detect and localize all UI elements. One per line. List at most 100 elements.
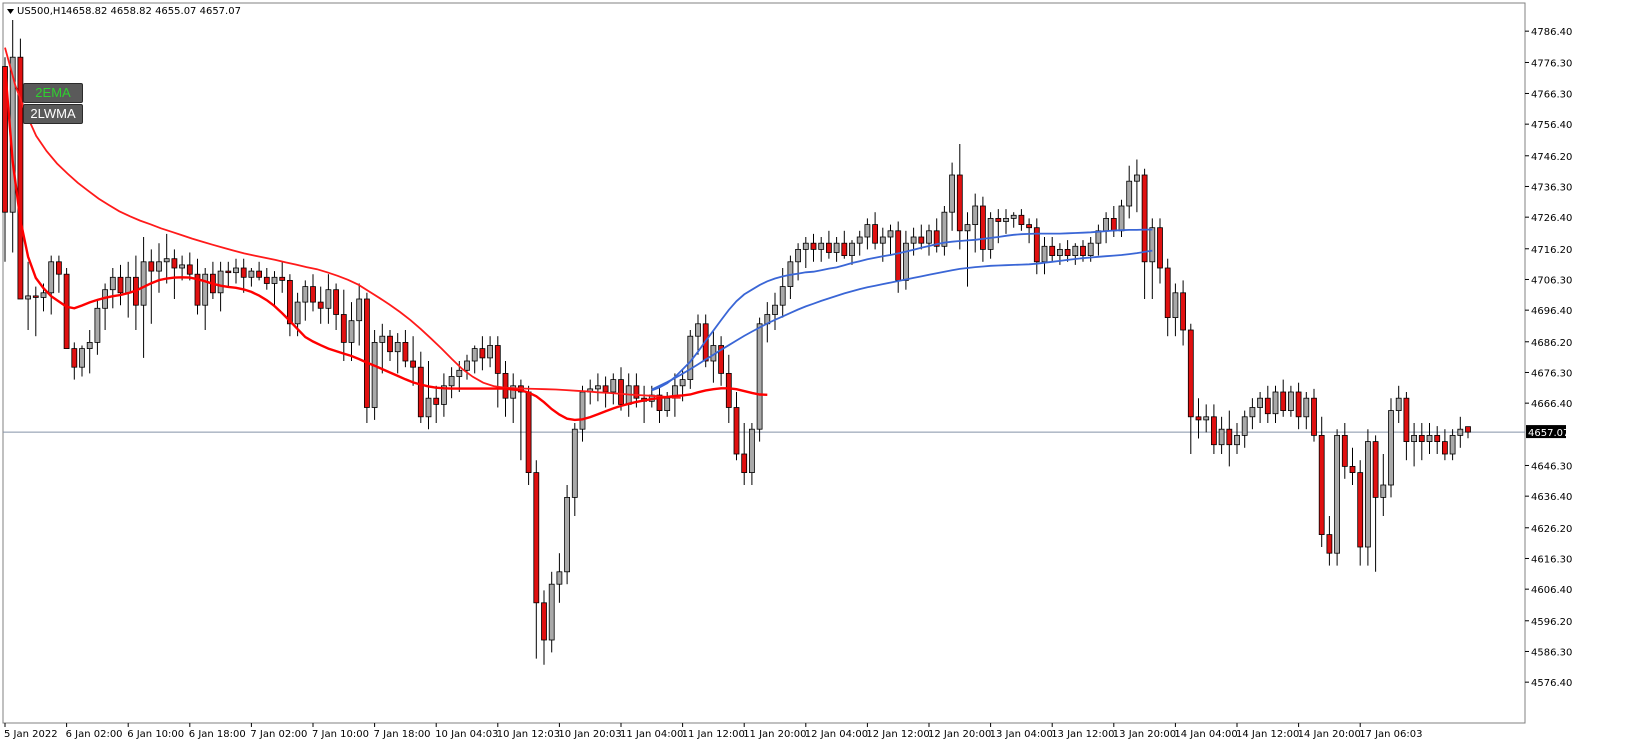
bear-candle-body: [1180, 292, 1186, 331]
bull-candle-body: [294, 301, 301, 325]
bear-candle-body: [402, 341, 409, 362]
bear-candle-body: [1442, 441, 1448, 455]
bull-candle-body: [1457, 428, 1464, 436]
bear-candle-body: [1157, 227, 1163, 269]
y-tick-label: 4776.30: [1531, 58, 1572, 69]
bear-candle-body: [1403, 397, 1410, 443]
bull-candle-body: [1126, 180, 1133, 207]
bull-candle-body: [40, 292, 47, 298]
bull-candle-body: [79, 348, 85, 368]
bull-candle-body: [1134, 174, 1140, 182]
candle: [1388, 398, 1394, 498]
bull-candle-body: [487, 345, 494, 359]
bull-candle-body: [109, 276, 116, 291]
bull-candle-body: [86, 341, 93, 349]
x-tick-label: 12 Jan 20:00: [928, 729, 991, 740]
y-tick-label: 4606.40: [1531, 585, 1572, 596]
bull-candle-body: [795, 248, 801, 263]
x-tick-label: 7 Jan 18:00: [374, 729, 431, 740]
bull-candle-body: [1257, 397, 1263, 408]
bull-candle-body: [595, 385, 601, 390]
x-tick-label: 6 Jan 10:00: [127, 729, 184, 740]
candle: [363, 292, 370, 423]
bear-candle-body: [263, 276, 270, 284]
bull-candle-body: [464, 360, 470, 371]
bear-candle-body: [117, 276, 124, 294]
bull-candle-body: [695, 323, 701, 337]
ema-toggle-button[interactable]: 2EMA: [23, 83, 83, 103]
bull-candle-body: [926, 230, 932, 244]
bull-candle-body: [48, 261, 55, 294]
bull-candle-body: [456, 369, 463, 377]
bear-candle-body: [1080, 245, 1086, 257]
bull-candle-body: [664, 397, 671, 412]
bear-candle-body: [502, 372, 509, 399]
x-tick-label: 5 Jan 2022: [4, 729, 58, 740]
y-tick-label: 4666.40: [1531, 399, 1572, 410]
lwma-toggle-button[interactable]: 2LWMA: [23, 104, 83, 124]
bear-candle-body: [1434, 434, 1441, 442]
bear-candle-body: [1418, 434, 1425, 442]
bear-candle-body: [1295, 391, 1302, 418]
x-tick-label: 12 Jan 04:00: [805, 729, 868, 740]
bull-candle-body: [949, 174, 955, 213]
y-tick-label: 4736.30: [1531, 182, 1572, 193]
bear-candle-body: [1141, 174, 1148, 263]
bear-candle-body: [279, 276, 286, 281]
bull-candle-body: [564, 496, 570, 573]
bear-candle-body: [1018, 214, 1025, 226]
bull-candle-body: [1072, 245, 1079, 257]
bull-candle-body: [1234, 434, 1240, 446]
bear-candle-body: [618, 379, 624, 405]
y-tick-label: 4586.30: [1531, 647, 1572, 658]
bear-candle-body: [1195, 416, 1202, 421]
bear-candle-body: [1372, 441, 1379, 498]
bull-candle-body: [610, 379, 617, 393]
bear-candle-body: [633, 385, 640, 399]
bear-candle-body: [333, 289, 340, 315]
bear-candle-body: [1264, 397, 1271, 415]
bear-candle-body: [71, 348, 78, 368]
bear-candle-body: [240, 267, 247, 278]
bull-candle-body: [156, 261, 162, 272]
x-tick-label: 13 Jan 20:00: [1113, 729, 1176, 740]
x-tick-label: 6 Jan 18:00: [189, 729, 246, 740]
bull-candle-body: [1041, 245, 1048, 263]
candle: [756, 317, 763, 442]
bull-candle-body: [302, 286, 309, 303]
bear-candle-body: [1280, 391, 1287, 412]
bull-candle-body: [579, 391, 586, 430]
bull-candle-body: [1241, 416, 1248, 436]
bear-candle-body: [810, 242, 817, 250]
bull-candle-body: [1249, 407, 1256, 418]
bear-candle-body: [1326, 534, 1333, 554]
bull-candle-body: [1103, 217, 1109, 232]
y-tick-label: 4676.30: [1531, 368, 1572, 379]
bear-candle-body: [225, 270, 232, 274]
bull-candle-body: [1365, 441, 1371, 548]
bull-candle-body: [94, 307, 101, 343]
bull-candle-body: [1172, 292, 1179, 318]
bear-candle-body: [725, 372, 732, 408]
bull-candle-body: [1288, 391, 1294, 412]
bull-candle-body: [1395, 397, 1402, 412]
bear-candle-body: [1465, 426, 1471, 433]
chart-svg: 4786.40 4776.30 4766.30 4756.40 4746.20 4736.…: [2, 2, 1572, 740]
bear-candle-body: [872, 224, 878, 244]
bear-candle-body: [1357, 472, 1364, 548]
bull-candle-body: [202, 273, 209, 306]
bull-candle-body: [1411, 434, 1417, 442]
bull-candle-body: [802, 242, 809, 250]
bull-candle-body: [233, 267, 239, 274]
x-tick-label: 17 Jan 06:03: [1359, 729, 1422, 740]
candle: [564, 485, 570, 585]
bull-candle-body: [879, 236, 886, 244]
bull-candle-body: [887, 230, 894, 238]
bull-candle-body: [348, 320, 355, 343]
bear-candle-body: [494, 345, 501, 374]
bull-candle-body: [1087, 242, 1094, 256]
current-price-label: 4657.07: [1528, 428, 1569, 439]
candle: [371, 330, 378, 420]
chart-area[interactable]: 4786.40 4776.30 4766.30 4756.40 4746.20 4736.…: [0, 0, 1652, 752]
bear-candle-body: [602, 385, 609, 393]
